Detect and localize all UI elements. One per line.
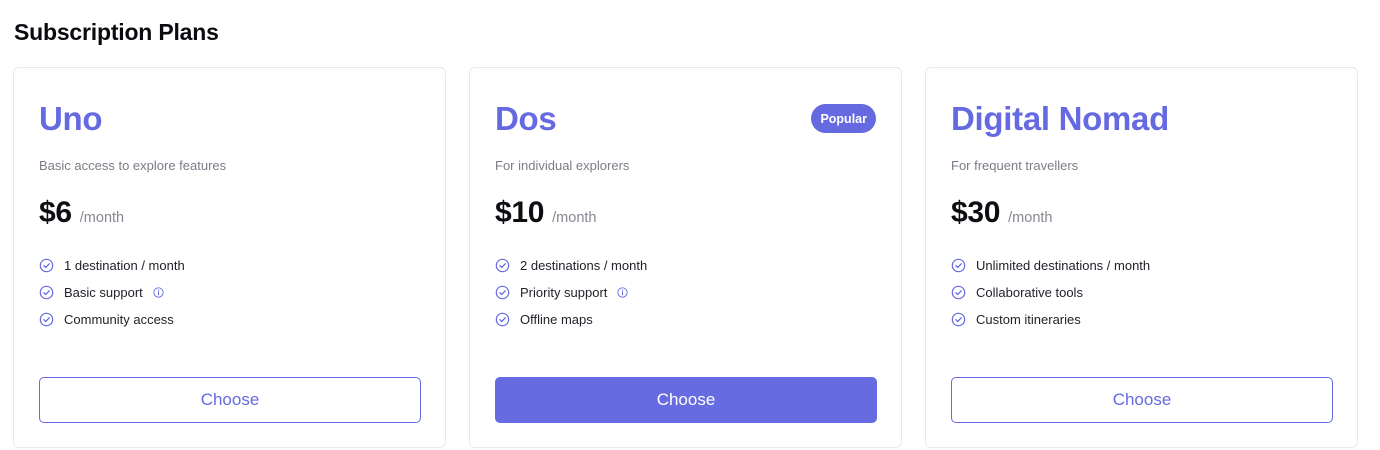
price-period: /month (79, 210, 125, 226)
feature-label: Unlimited destinations / month (976, 258, 1151, 273)
plan-name: Dos (495, 100, 557, 137)
feature-label: Collaborative tools (976, 285, 1083, 300)
feature-item: Community access (39, 306, 185, 333)
info-icon[interactable] (617, 287, 629, 298)
price-row: $10 /month (495, 196, 597, 230)
feature-item: Collaborative tools (951, 279, 1150, 306)
plan-name: Uno (39, 100, 103, 137)
check-circle-icon (951, 258, 966, 273)
check-circle-icon (39, 312, 54, 327)
feature-label: Custom itineraries (976, 312, 1081, 327)
plan-card-dos: Dos Popular For individual explorers $10… (469, 67, 902, 448)
feature-label: Offline maps (520, 312, 593, 327)
check-circle-icon (495, 258, 510, 273)
info-icon[interactable] (153, 287, 164, 298)
plan-description: Basic access to explore features (39, 158, 227, 173)
plan-price: $10 (495, 196, 545, 229)
feature-item: Offline maps (495, 306, 647, 333)
feature-label: 2 destinations / month (520, 258, 648, 273)
feature-item: 1 destination / month (39, 252, 185, 279)
choose-button-dos[interactable]: Choose (495, 377, 877, 423)
feature-item: Unlimited destinations / month (951, 252, 1150, 279)
plan-description: For frequent travellers (951, 158, 1079, 173)
plan-name: Digital Nomad (951, 100, 1169, 137)
feature-label: Priority support (520, 285, 608, 300)
plan-price: $30 (951, 196, 1001, 229)
choose-button-uno[interactable]: Choose (39, 377, 421, 423)
check-circle-icon (39, 285, 54, 300)
page-title: Subscription Plans (14, 19, 219, 45)
plan-description: For individual explorers (495, 158, 630, 173)
check-circle-icon (39, 258, 54, 273)
feature-item: Basic support (39, 279, 185, 306)
feature-list: 2 destinations / month Priority support … (495, 252, 647, 333)
check-circle-icon (951, 285, 966, 300)
check-circle-icon (495, 312, 510, 327)
feature-item: Priority support (495, 279, 647, 306)
popular-badge: Popular (811, 104, 876, 133)
price-row: $30 /month (951, 196, 1053, 230)
feature-list: Unlimited destinations / month Collabora… (951, 252, 1150, 333)
plan-card-digital-nomad: Digital Nomad For frequent travellers $3… (925, 67, 1358, 448)
feature-label: Basic support (64, 285, 143, 300)
feature-item: Custom itineraries (951, 306, 1150, 333)
feature-label: Community access (64, 312, 174, 327)
choose-button-digital-nomad[interactable]: Choose (951, 377, 1333, 423)
price-row: $6 /month (39, 196, 124, 230)
price-period: /month (1008, 210, 1053, 226)
price-period: /month (552, 210, 597, 226)
feature-item: 2 destinations / month (495, 252, 647, 279)
check-circle-icon (495, 285, 510, 300)
plans-container: Uno Basic access to explore features $6 … (13, 67, 1358, 448)
plan-price: $6 (39, 196, 72, 229)
feature-list: 1 destination / month Basic support Comm… (39, 252, 185, 333)
check-circle-icon (951, 312, 966, 327)
plan-card-uno: Uno Basic access to explore features $6 … (13, 67, 446, 448)
feature-label: 1 destination / month (64, 258, 185, 273)
